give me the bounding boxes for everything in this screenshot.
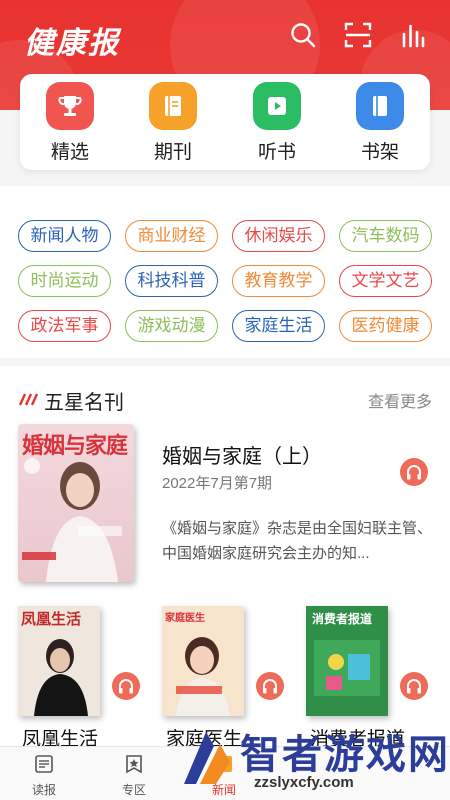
tag-science[interactable]: 科技科普 bbox=[125, 265, 218, 297]
tag-education[interactable]: 教育教学 bbox=[232, 265, 325, 297]
bookshelf-icon bbox=[356, 82, 404, 130]
magazine-cover-fenghuang[interactable]: 凤凰生活 bbox=[18, 606, 100, 716]
featured-cover[interactable]: 婚姻与家庭 bbox=[18, 424, 134, 582]
magazine-cover-consumer[interactable]: 消费者报道 bbox=[306, 606, 388, 716]
tab-read-paper[interactable]: 读报 bbox=[14, 753, 74, 798]
tab-label: 读报 bbox=[31, 783, 56, 797]
headphones-icon bbox=[407, 465, 421, 480]
headphones-icon bbox=[263, 679, 277, 694]
listen-button[interactable] bbox=[256, 672, 284, 700]
category-tags: 新闻人物 商业财经 休闲娱乐 汽车数码 时尚运动 科技科普 教育教学 文学文艺 … bbox=[0, 186, 450, 358]
newspaper-icon bbox=[35, 755, 53, 773]
quick-nav-label: 听书 bbox=[257, 142, 296, 163]
star-badge-icon bbox=[126, 755, 142, 774]
tag-law[interactable]: 政法军事 bbox=[18, 310, 111, 342]
quick-nav-label: 书架 bbox=[360, 142, 399, 163]
tag-family[interactable]: 家庭生活 bbox=[232, 310, 325, 342]
featured-description: 《婚姻与家庭》杂志是由全国妇联主管、中国婚姻家庭研究会主办的知... bbox=[162, 520, 433, 562]
tag-leisure[interactable]: 休闲娱乐 bbox=[232, 220, 325, 252]
tab-zone[interactable]: 专区 bbox=[104, 753, 164, 798]
magazine-cover-title: 家庭医生 bbox=[165, 613, 205, 624]
listen-button[interactable] bbox=[400, 672, 428, 700]
magazine-cover-title: 消费者报道 bbox=[312, 612, 373, 626]
headphones-icon bbox=[407, 679, 421, 694]
tag-business[interactable]: 商业财经 bbox=[125, 220, 218, 252]
listen-button[interactable] bbox=[400, 458, 428, 486]
quick-nav-label: 精选 bbox=[50, 142, 89, 163]
trophy-icon bbox=[46, 82, 94, 130]
book-icon bbox=[149, 82, 197, 130]
quick-nav-audiobook[interactable]: 听书 bbox=[237, 82, 317, 164]
featured-date: 2022年7月第7期 bbox=[162, 475, 273, 492]
tag-fashion[interactable]: 时尚运动 bbox=[18, 265, 111, 297]
featured-title[interactable]: 婚姻与家庭（上） bbox=[162, 440, 322, 469]
tag-games[interactable]: 游戏动漫 bbox=[125, 310, 218, 342]
quick-nav-card: 精选 期刊 听书 书架 bbox=[20, 74, 430, 170]
watermark-url: zzslyxcfy.com bbox=[254, 774, 354, 791]
section-title: 五星名刊 bbox=[44, 392, 124, 414]
tag-auto[interactable]: 汽车数码 bbox=[339, 220, 432, 252]
quick-nav-bookshelf[interactable]: 书架 bbox=[340, 82, 420, 164]
see-more-link[interactable]: 查看更多 bbox=[368, 388, 432, 412]
featured-cover-title: 婚姻与家庭 bbox=[22, 433, 128, 458]
magazine-cover-family-doctor[interactable]: 家庭医生 bbox=[162, 606, 244, 716]
quick-nav-journal[interactable]: 期刊 bbox=[133, 82, 213, 164]
watermark-text: 智者游戏网 bbox=[240, 733, 450, 777]
site-watermark: 智者游戏网 zzslyxcfy.com bbox=[176, 714, 450, 800]
quick-nav-featured[interactable]: 精选 bbox=[30, 82, 110, 164]
quick-nav-label: 期刊 bbox=[153, 142, 192, 163]
watermark-logo bbox=[184, 732, 230, 784]
tag-health[interactable]: 医药健康 bbox=[339, 310, 432, 342]
scan-icon[interactable] bbox=[343, 20, 373, 50]
tag-news[interactable]: 新闻人物 bbox=[18, 220, 111, 252]
search-icon[interactable] bbox=[288, 20, 318, 50]
play-icon bbox=[253, 82, 301, 130]
listen-button[interactable] bbox=[112, 672, 140, 700]
magazine-cover-title: 凤凰生活 bbox=[21, 611, 82, 628]
tag-literature[interactable]: 文学文艺 bbox=[339, 265, 432, 297]
app-logo: 健康报 bbox=[24, 26, 120, 61]
chart-icon[interactable] bbox=[398, 20, 428, 50]
tab-label: 专区 bbox=[121, 783, 146, 797]
section-mark-icon bbox=[18, 393, 39, 406]
headphones-icon bbox=[119, 679, 133, 694]
